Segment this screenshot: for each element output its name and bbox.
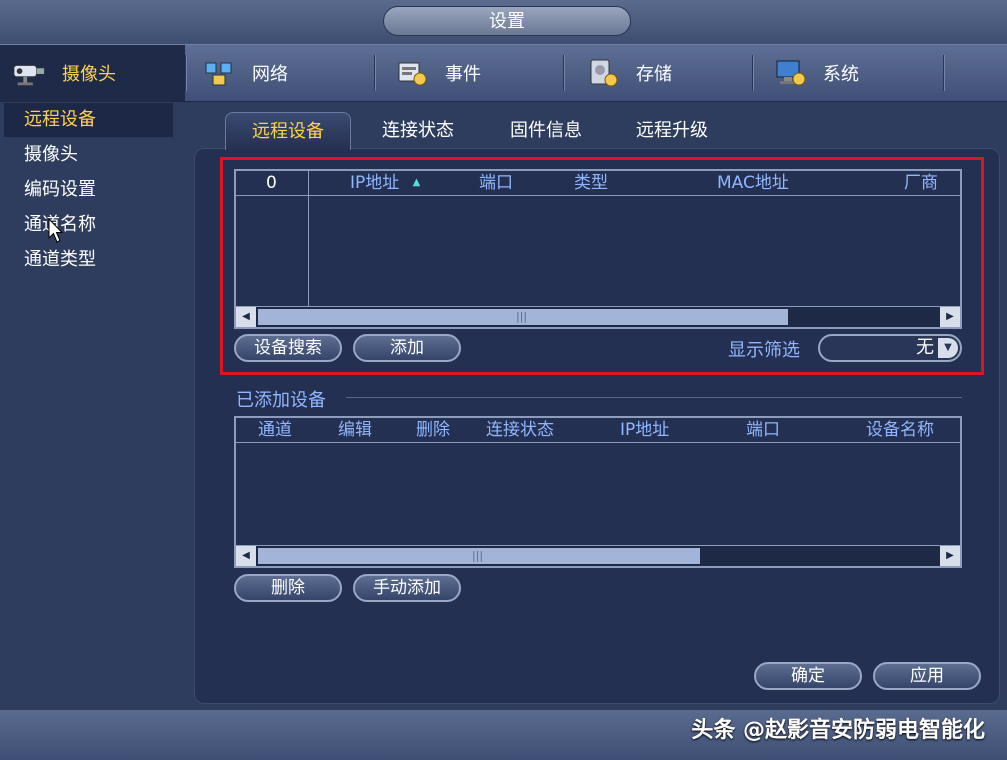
column-header-channel[interactable]: 通道 bbox=[258, 418, 292, 442]
ok-button[interactable]: 确定 bbox=[754, 662, 862, 690]
column-header-device-name[interactable]: 设备名称 bbox=[866, 418, 934, 442]
sidebar-item-encode-settings[interactable]: 编码设置 bbox=[4, 173, 173, 207]
mouse-cursor-icon bbox=[48, 217, 64, 248]
column-header-port[interactable]: 端口 bbox=[746, 418, 780, 442]
table-header: 通道 编辑 删除 连接状态 IP地址 端口 设备名称 bbox=[236, 418, 960, 443]
column-header-edit[interactable]: 编辑 bbox=[338, 418, 372, 442]
camera-icon bbox=[12, 58, 46, 88]
tab-remote-device[interactable]: 远程设备 bbox=[225, 112, 351, 150]
watermark: 头条 @赵影音安防弱电智能化 bbox=[691, 718, 985, 743]
nav-tab-label: 网络 bbox=[252, 64, 288, 85]
tab-connection-status[interactable]: 连接状态 bbox=[362, 112, 474, 150]
delete-button[interactable]: 删除 bbox=[234, 574, 342, 602]
manual-add-button[interactable]: 手动添加 bbox=[353, 574, 461, 602]
window-title: 设置 bbox=[383, 6, 631, 36]
scroll-left-icon[interactable]: ◀ bbox=[236, 546, 256, 566]
nav-tab-network[interactable]: 网络 bbox=[186, 45, 374, 101]
nav-tab-label: 摄像头 bbox=[62, 64, 116, 85]
nav-tab-label: 系统 bbox=[823, 64, 859, 85]
added-devices-title: 已添加设备 bbox=[236, 390, 326, 411]
nav-tab-label: 事件 bbox=[445, 64, 481, 85]
sidebar-item-remote-device[interactable]: 远程设备 bbox=[4, 103, 173, 137]
nav-tab-camera[interactable]: 摄像头 bbox=[0, 45, 185, 101]
nav-tab-storage[interactable]: 存储 bbox=[564, 45, 752, 101]
sidebar-item-channel-type[interactable]: 通道类型 bbox=[4, 243, 173, 277]
sidebar-item-camera[interactable]: 摄像头 bbox=[4, 138, 173, 172]
tab-remote-upgrade[interactable]: 远程升级 bbox=[616, 112, 728, 150]
section-divider bbox=[346, 397, 962, 398]
top-nav: 摄像头 网络 事件 存储 系统 bbox=[0, 44, 1007, 102]
nav-tab-label: 存储 bbox=[636, 64, 672, 85]
highlight-box bbox=[220, 157, 984, 375]
column-header-ip[interactable]: IP地址 bbox=[620, 418, 669, 442]
column-header-delete[interactable]: 删除 bbox=[416, 418, 450, 442]
horizontal-scrollbar[interactable]: ◀ ||| ▶ bbox=[236, 545, 960, 566]
network-icon bbox=[202, 58, 236, 88]
sidebar-item-channel-name[interactable]: 通道名称 bbox=[4, 208, 173, 242]
nav-tab-event[interactable]: 事件 bbox=[375, 45, 563, 101]
system-icon bbox=[773, 58, 807, 88]
added-devices-table: 通道 编辑 删除 连接状态 IP地址 端口 设备名称 ◀ ||| ▶ bbox=[234, 416, 962, 568]
storage-icon bbox=[586, 58, 620, 88]
column-header-connection-status[interactable]: 连接状态 bbox=[486, 418, 554, 442]
tab-firmware-info[interactable]: 固件信息 bbox=[490, 112, 602, 150]
event-icon bbox=[395, 58, 429, 88]
apply-button[interactable]: 应用 bbox=[873, 662, 981, 690]
scroll-right-icon[interactable]: ▶ bbox=[940, 546, 960, 566]
scrollbar-thumb[interactable]: ||| bbox=[258, 548, 700, 564]
nav-tab-system[interactable]: 系统 bbox=[753, 45, 943, 101]
